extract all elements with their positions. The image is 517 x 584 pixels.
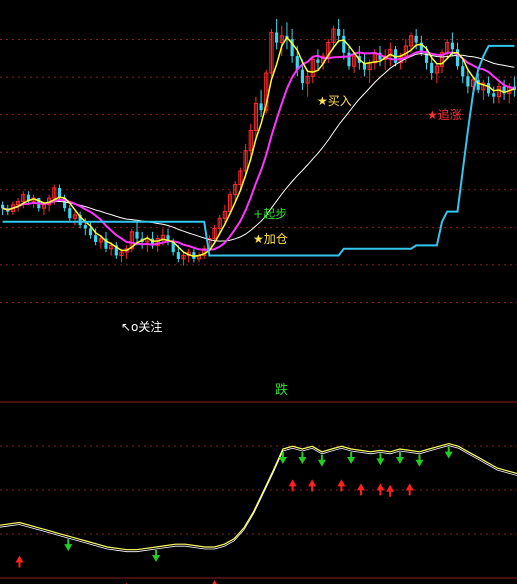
down-arrow-icon	[376, 453, 385, 466]
up-arrow-icon	[356, 483, 365, 496]
candle	[181, 252, 186, 266]
candle-body	[492, 93, 496, 97]
candle	[502, 79, 506, 101]
candle-body	[466, 76, 470, 87]
candle	[166, 228, 170, 246]
candle-body	[275, 32, 279, 43]
candle	[285, 22, 289, 50]
down-arrow-icon	[298, 452, 307, 465]
lower-grid	[0, 401, 517, 579]
candle-body	[135, 231, 139, 239]
candle	[337, 18, 341, 43]
up-arrow-icon	[15, 555, 24, 568]
down-arrow-icon	[444, 446, 453, 459]
candle	[347, 45, 351, 70]
candle	[316, 49, 320, 70]
candle	[496, 83, 501, 104]
candle	[434, 62, 439, 84]
down-arrow-icon	[347, 452, 356, 465]
candle	[196, 252, 202, 263]
candle	[72, 211, 78, 226]
candle	[461, 59, 465, 84]
candle	[352, 52, 357, 73]
oscillator-lines	[0, 442, 517, 553]
watch-signal-label: ↖o关注	[121, 320, 163, 334]
candle	[383, 49, 388, 70]
stock-chart-window[interactable]: ★买入 ★追涨 +起步 ★加仓 ↖o关注 跌	[0, 0, 517, 584]
up-arrow-icon	[212, 579, 217, 584]
candle	[31, 194, 36, 209]
buy-signal-label: ★买入	[317, 94, 352, 108]
candle-body	[300, 69, 305, 84]
candle	[466, 69, 470, 94]
candle-body	[259, 103, 263, 111]
candle-body	[414, 35, 418, 43]
candle	[114, 241, 118, 259]
candle	[16, 198, 21, 212]
candle	[512, 76, 516, 97]
candle	[253, 96, 259, 138]
candle-body	[88, 228, 93, 236]
down-arrow-icon	[152, 549, 161, 562]
oscillator-signal-line	[0, 445, 517, 553]
candle	[481, 79, 486, 101]
candle-body	[430, 62, 434, 73]
up-arrow-icon	[376, 483, 385, 496]
candle	[326, 39, 331, 63]
candle	[68, 204, 72, 222]
candle-body	[94, 235, 98, 242]
candle-body	[342, 35, 346, 53]
candle-body	[68, 208, 72, 219]
candle-body	[83, 225, 87, 229]
chase-signal-label: ★追涨	[427, 108, 462, 122]
down-arrow-icon	[64, 539, 73, 552]
up-arrow-icon	[337, 479, 346, 492]
candle-body	[176, 252, 180, 259]
candle-body	[461, 66, 465, 77]
chart-canvas[interactable]	[0, 0, 517, 584]
candle	[305, 69, 310, 97]
candle	[259, 89, 263, 117]
down-arrow-icon	[395, 452, 404, 465]
up-arrow-icon	[308, 479, 317, 492]
candle-body	[450, 42, 454, 50]
down-arrow-icon	[415, 454, 424, 467]
candle	[439, 49, 445, 73]
candle	[310, 56, 315, 84]
candle	[124, 245, 129, 259]
down-arrow-icon	[317, 454, 326, 467]
candle	[269, 29, 274, 77]
up-arrow-icon	[386, 484, 395, 497]
up-arrow-icon	[405, 483, 414, 496]
candle-body	[316, 59, 320, 63]
candle	[342, 29, 346, 60]
upper-grid	[0, 39, 517, 303]
candle-body	[337, 29, 341, 36]
candle-body	[455, 49, 460, 67]
candle	[275, 18, 279, 50]
start-signal-label: +起步	[253, 207, 288, 221]
candle	[202, 245, 207, 259]
candle	[362, 52, 367, 77]
candlestick-series	[1, 18, 516, 266]
signal-arrows	[15, 446, 453, 584]
add-position-label: ★加仓	[253, 232, 288, 246]
lower-panel-title: 跌	[275, 383, 289, 398]
